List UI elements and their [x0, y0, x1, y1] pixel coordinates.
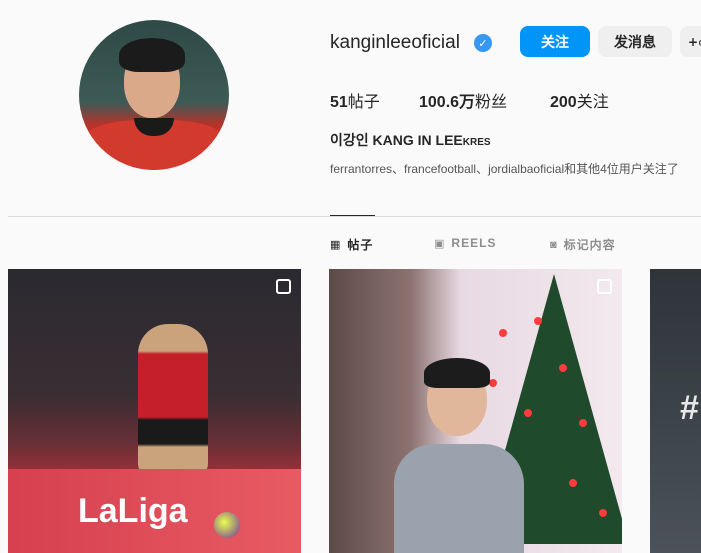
posts-label: 帖子: [347, 94, 380, 111]
post-hash-text: #: [680, 389, 699, 427]
post-ball: [214, 512, 240, 538]
post-thumbnail[interactable]: [329, 269, 622, 553]
verified-badge-icon: ✓: [474, 34, 492, 52]
stat-following[interactable]: 200关注: [550, 88, 609, 112]
post-thumbnail[interactable]: LaLiga: [8, 269, 301, 553]
followers-label: 粉丝: [475, 94, 508, 111]
following-count: 200: [550, 94, 577, 111]
multi-post-icon: [276, 279, 291, 294]
post-player-figure: [138, 324, 208, 474]
multi-post-icon: [597, 279, 612, 294]
add-user-icon: +♂: [688, 34, 701, 49]
post-person-figure: [394, 358, 524, 553]
followers-count: 100.6万: [419, 94, 476, 111]
tab-reels[interactable]: ▣ REELS: [434, 236, 496, 250]
posts-count: 51: [330, 94, 348, 111]
avatar-hair: [119, 38, 185, 72]
mutual-followers[interactable]: ferrantorres、francefootball、jordialbaofi…: [330, 160, 679, 177]
tab-tagged[interactable]: ◙ 标记内容: [550, 236, 616, 253]
stat-followers[interactable]: 100.6万粉丝: [419, 88, 507, 112]
person-hair: [424, 358, 490, 388]
tab-posts-label: 帖子: [347, 238, 374, 252]
tabs-divider: [8, 216, 701, 217]
person-body: [394, 444, 524, 553]
fullname-text: 이강인 KANG IN LEE: [330, 132, 463, 148]
active-tab-indicator: [330, 215, 375, 216]
profile-fullname: 이강인 KANG IN LEEKRES: [330, 130, 491, 150]
fullname-suffix: KRES: [462, 137, 491, 148]
grid-icon: ▦: [330, 239, 342, 251]
reels-icon: ▣: [434, 237, 446, 250]
profile-avatar[interactable]: [79, 20, 229, 170]
follow-button[interactable]: 关注: [520, 26, 590, 57]
stat-posts: 51帖子: [330, 88, 380, 112]
tab-reels-label: REELS: [451, 236, 497, 250]
message-button[interactable]: 发消息: [598, 26, 672, 57]
post-thumbnail[interactable]: #: [650, 269, 701, 553]
post-banner: LaLiga: [8, 469, 301, 553]
profile-username: kanginleeoficial: [330, 32, 460, 53]
tab-tagged-label: 标记内容: [563, 238, 616, 252]
tab-posts[interactable]: ▦ 帖子: [330, 236, 373, 253]
tagged-icon: ◙: [550, 238, 558, 251]
suggest-user-button[interactable]: +♂: [680, 26, 701, 57]
following-label: 关注: [576, 94, 609, 111]
